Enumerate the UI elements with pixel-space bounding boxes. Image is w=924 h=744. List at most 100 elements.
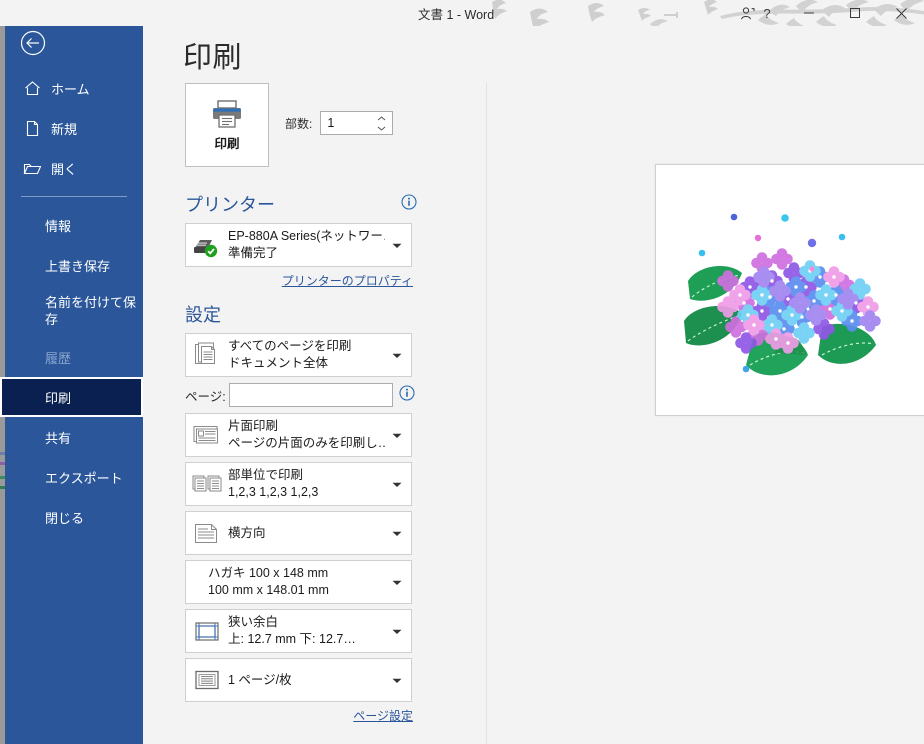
print-button-label: 印刷 — [214, 136, 240, 151]
sidebar-item-home[interactable]: ホーム — [5, 68, 143, 108]
margins-select[interactable]: 狭い余白 上: 12.7 mm 下: 12.7… — [185, 609, 412, 653]
close-button[interactable] — [886, 0, 916, 26]
minimize-button[interactable] — [794, 0, 824, 26]
info-icon — [399, 384, 415, 401]
page-range-secondary: ドキュメント全体 — [228, 356, 329, 370]
margins-secondary: 上: 12.7 mm 下: 12.7… — [228, 632, 356, 646]
sidebar-item-label: 上書き保存 — [45, 258, 111, 274]
pages-info-icon[interactable] — [399, 384, 415, 406]
sidebar-item-info[interactable]: 情報 — [5, 205, 143, 245]
chevron-down-icon[interactable] — [392, 236, 402, 254]
page-title: 印刷 — [183, 42, 243, 74]
sidebar-divider — [21, 196, 127, 197]
sidebar-item-label: 情報 — [45, 218, 72, 234]
back-button[interactable] — [16, 26, 50, 60]
orientation-primary: 横方向 — [228, 525, 266, 540]
preview-page — [655, 164, 924, 416]
maximize-button[interactable] — [840, 0, 870, 26]
pages-input[interactable] — [229, 383, 393, 407]
printer-info-icon[interactable] — [401, 193, 417, 215]
sidebar-item-save-as[interactable]: 名前を付けて保存 — [5, 285, 143, 337]
sidebar-item-label: 履歴 — [45, 350, 72, 366]
sidebar-item-label: 名前を付けて保存 — [45, 295, 137, 327]
chevron-down-icon[interactable] — [392, 573, 402, 591]
sidebar-item-export[interactable]: エクスポート — [5, 457, 143, 497]
copies-stepper[interactable] — [320, 111, 394, 135]
spinner-up-icon[interactable] — [377, 116, 386, 121]
copies-input[interactable] — [321, 112, 374, 134]
sidebar-item-label: 閉じる — [45, 510, 85, 526]
sidebar-item-label: 印刷 — [45, 390, 72, 406]
sidebar-item-save[interactable]: 上書き保存 — [5, 245, 143, 285]
one-sided-icon — [192, 423, 222, 447]
sidebar-item-label: 新規 — [51, 121, 78, 137]
sidebar-item-new[interactable]: 新規 — [5, 108, 143, 148]
sidebar-nav-list: ホーム 新規 開く 情報 上書き保存 名前を付けて保存 履歴 印刷 共有 エクス… — [0, 68, 143, 537]
orientation-select[interactable]: 横方向 — [185, 511, 412, 555]
open-folder-icon — [21, 157, 43, 179]
maximize-icon — [850, 8, 860, 18]
copies-row: 部数: — [285, 111, 394, 135]
sidebar-item-print[interactable]: 印刷 — [0, 377, 143, 417]
margins-icon — [192, 619, 222, 643]
question-mark-icon: ? — [763, 5, 771, 21]
printer-select[interactable]: EP-880A Series(ネットワー… 準備完了 — [185, 223, 412, 267]
page-range-primary: すべてのページを印刷 — [228, 339, 352, 353]
pages-field-row: ページ: — [185, 382, 417, 408]
close-icon — [895, 7, 907, 19]
help-button[interactable]: ? — [752, 0, 782, 26]
printer-properties-link[interactable]: プリンターのプロパティ — [185, 272, 413, 289]
page-setup-link[interactable]: ページ設定 — [185, 707, 413, 724]
page-range-select[interactable]: すべてのページを印刷 ドキュメント全体 — [185, 333, 412, 377]
title-bar: 文書 1 - Word ? — [0, 0, 924, 26]
sidebar-item-close[interactable]: 閉じる — [5, 497, 143, 537]
sides-primary: 片面印刷 — [228, 419, 279, 433]
spinner-down-icon[interactable] — [377, 126, 386, 131]
pages-label: ページ: — [185, 389, 226, 404]
printer-name: EP-880A Series(ネットワー… — [228, 229, 385, 243]
pages-per-sheet-icon — [192, 668, 222, 692]
multi-page-icon — [192, 341, 222, 369]
copies-label: 部数: — [285, 116, 313, 131]
sidebar-item-label: エクスポート — [45, 470, 123, 486]
settings-section-header: 設定 — [185, 301, 417, 327]
printer-device-icon — [192, 232, 222, 258]
chevron-down-icon[interactable] — [392, 671, 402, 689]
chevron-down-icon[interactable] — [392, 346, 402, 364]
home-icon — [21, 77, 43, 99]
new-document-icon — [21, 117, 43, 139]
minimize-icon — [804, 12, 814, 14]
sides-secondary: ページの片面のみを印刷し… — [228, 436, 385, 450]
print-settings-column: 印刷 部数: 1 プリンター EP-880A Series(ネットワー… 準備完… — [185, 83, 417, 724]
chevron-down-icon[interactable] — [392, 475, 402, 493]
chevron-down-icon[interactable] — [392, 426, 402, 444]
chevron-down-icon[interactable] — [392, 622, 402, 640]
printer-status: 準備完了 — [228, 246, 279, 260]
hydrangea-illustration — [684, 213, 881, 376]
sidebar-item-share[interactable]: 共有 — [5, 417, 143, 457]
paper-size-primary: ハガキ 100 x 148 mm — [208, 566, 329, 580]
collate-icon — [192, 472, 222, 496]
chevron-down-icon[interactable] — [392, 524, 402, 542]
pages-per-sheet-primary: 1 ページ/枚 — [228, 672, 292, 687]
printer-section-title: プリンター — [185, 195, 275, 215]
print-main-panel: 印刷 印刷 部数: 1 プリンター EP-880A Series(ネットワー… … — [143, 26, 924, 744]
print-preview-area — [486, 83, 924, 744]
pages-per-sheet-select[interactable]: 1 ページ/枚 — [185, 658, 412, 702]
printer-section-header: プリンター — [185, 191, 417, 217]
spinner-arrows-icon[interactable] — [375, 113, 388, 134]
paper-size-secondary: 100 mm x 148.01 mm — [208, 583, 329, 597]
sidebar-item-label: 開く — [51, 161, 78, 177]
window-title: 文書 1 - Word — [418, 8, 495, 22]
sidebar-item-label: ホーム — [51, 81, 90, 97]
collation-select[interactable]: 部単位で印刷 1,2,3 1,2,3 1,2,3 — [185, 462, 412, 506]
sides-select[interactable]: 片面印刷 ページの片面のみを印刷し… — [185, 413, 412, 457]
print-button[interactable]: 印刷 — [185, 83, 269, 167]
back-arrow-icon — [20, 30, 46, 56]
margins-primary: 狭い余白 — [228, 615, 279, 629]
sidebar-item-open[interactable]: 開く — [5, 148, 143, 188]
settings-section-title: 設定 — [185, 305, 221, 325]
backstage-sidebar: ホーム 新規 開く 情報 上書き保存 名前を付けて保存 履歴 印刷 共有 エクス… — [0, 26, 143, 744]
paper-size-select[interactable]: ハガキ 100 x 148 mm 100 mm x 148.01 mm — [185, 560, 412, 604]
sidebar-item-history: 履歴 — [5, 337, 143, 377]
